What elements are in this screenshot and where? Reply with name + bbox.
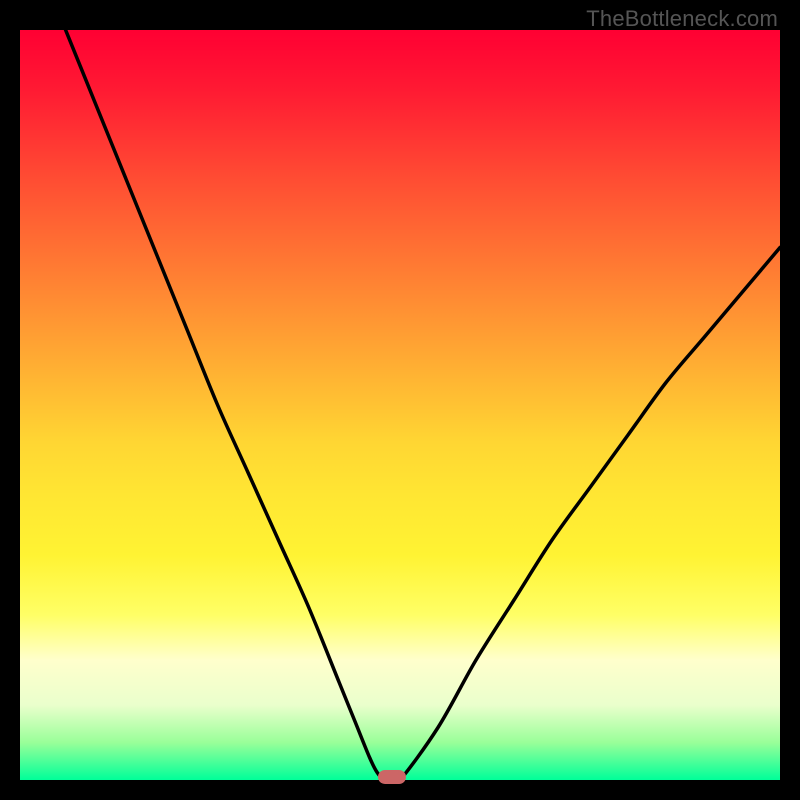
bottleneck-curve-line <box>66 30 780 780</box>
plot-area <box>20 30 780 780</box>
minimum-marker <box>378 770 406 784</box>
chart-container: TheBottleneck.com <box>0 0 800 800</box>
curve-svg <box>20 30 780 780</box>
watermark-text: TheBottleneck.com <box>586 6 778 32</box>
